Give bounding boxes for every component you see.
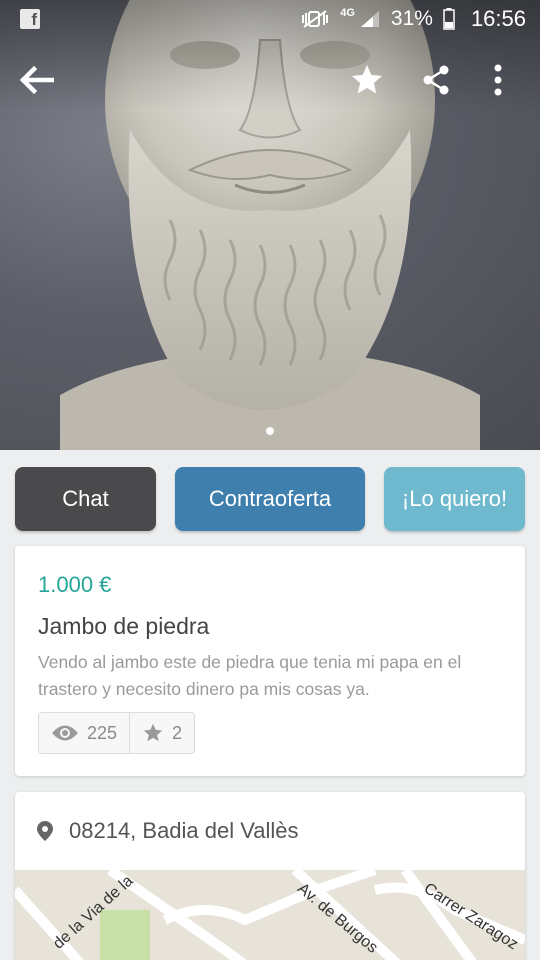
location-row: 08214, Badia del Vallès (15, 792, 525, 870)
arrow-left-icon (19, 65, 54, 95)
battery-icon (443, 8, 455, 30)
favorites-count: 2 (172, 722, 183, 743)
location-pin-icon (37, 821, 53, 841)
product-card: 1.000 € Jambo de piedra Vendo al jambo e… (15, 546, 525, 776)
favorites-stat: 2 (129, 713, 194, 753)
facebook-icon: f (20, 9, 40, 29)
gallery-pagination (0, 422, 540, 440)
clock: 16:56 (470, 6, 526, 31)
more-vertical-icon (494, 64, 502, 96)
location-address: 08214, Badia del Vallès (69, 818, 299, 843)
eye-icon (52, 725, 78, 741)
want-button[interactable]: ¡Lo quiero! (384, 467, 525, 531)
network-type: 4G (340, 7, 355, 19)
mute-vibrate-icon (302, 10, 329, 28)
location-card: 08214, Badia del Vallès de la Via de la … (15, 792, 525, 960)
toolbar (0, 52, 540, 108)
product-price: 1.000 € (38, 572, 112, 597)
product-title: Jambo de piedra (38, 613, 210, 639)
status-bar: f 4G 31% 16:56 (0, 0, 540, 38)
favorite-button[interactable] (343, 52, 391, 108)
battery-percent: 31% (390, 7, 433, 30)
counteroffer-button[interactable]: Contraoferta (175, 467, 365, 531)
gallery-dot-active (266, 427, 274, 435)
location-map[interactable]: de la Via de la Av. de Burgos Carrer Zar… (15, 870, 525, 960)
star-icon (352, 65, 382, 94)
share-icon (423, 65, 449, 95)
product-stats: 225 2 (38, 712, 196, 754)
product-description: Vendo al jambo este de piedra que tenia … (38, 652, 462, 699)
back-button[interactable] (12, 52, 60, 108)
views-count: 225 (87, 722, 118, 743)
share-button[interactable] (412, 52, 460, 108)
chat-button[interactable]: Chat (15, 467, 156, 531)
views-stat: 225 (39, 713, 129, 753)
star-icon (143, 723, 163, 742)
signal-icon (360, 11, 379, 27)
more-options-button[interactable] (474, 52, 522, 108)
action-buttons: Chat Contraoferta ¡Lo quiero! (15, 467, 525, 533)
